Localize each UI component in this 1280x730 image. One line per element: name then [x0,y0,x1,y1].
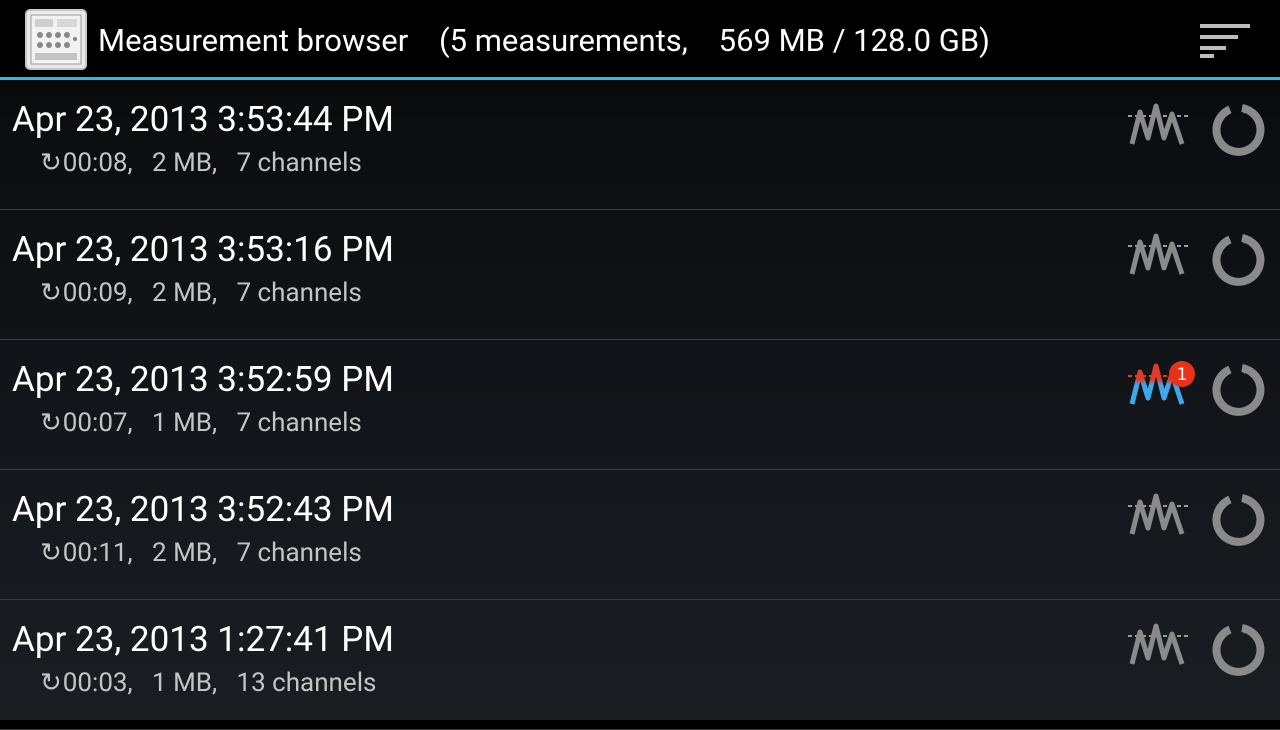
notification-count: 1 [1177,365,1188,385]
refresh-icon: ↻ [40,408,62,438]
refresh-icon: ↻ [40,148,62,178]
measurement-details: ↻00:09, 2 MB, 7 channels [40,277,362,309]
status-button[interactable] [1208,618,1272,682]
meta-sep: , [127,668,153,698]
status-button[interactable] [1208,488,1272,552]
open-viewer-button[interactable] [1126,618,1198,678]
meta-sep: , [211,408,237,438]
measurement-datetime: Apr 23, 2013 3:53:16 PM [12,229,394,270]
open-viewer-button[interactable] [1126,228,1198,288]
measurement-row-2[interactable]: Apr 23, 2013 3:53:16 PM ↻00:09, 2 MB, 7 … [0,210,1280,340]
meta-sep: , [211,148,237,178]
action-bar: Measurement browser (5 measurements, 569… [0,0,1280,80]
page-title: Measurement browser (5 measurements, 569… [98,22,990,59]
waveform-icon: 1 [1128,361,1195,405]
meta-sep: , [211,278,237,308]
measurement-channels: 7 channels [236,408,362,438]
measurement-datetime: Apr 23, 2013 3:52:59 PM [12,359,394,400]
device-icon-graphic [30,14,82,65]
measurement-row-3[interactable]: Apr 23, 2013 3:52:59 PM ↻00:07, 1 MB, 7 … [0,340,1280,470]
measurement-datetime: Apr 23, 2013 3:52:43 PM [12,489,394,530]
measurement-duration: 00:07 [62,408,128,438]
device-icon[interactable] [25,9,87,70]
measurement-details: ↻00:03, 1 MB, 13 channels [40,667,376,699]
measurement-channels: 7 channels [236,278,362,308]
circle-refresh-icon [1212,624,1265,676]
meta-sep: , [127,278,153,308]
measurement-row-5[interactable]: Apr 23, 2013 1:27:41 PM ↻00:03, 1 MB, 13… [0,600,1280,730]
open-viewer-button[interactable] [1126,98,1198,158]
refresh-icon: ↻ [40,538,62,568]
meta-sep: , [211,538,237,568]
waveform-icon [1128,623,1190,665]
refresh-icon: ↻ [40,278,62,308]
measurement-list: Apr 23, 2013 3:53:44 PM ↻00:08, 2 MB, 7 … [0,80,1280,730]
circle-refresh-icon [1212,104,1265,156]
waveform-icon [1128,103,1190,145]
sort-menu-icon [1200,24,1250,58]
meta-sep: , [211,668,237,698]
measurement-duration: 00:08 [62,148,128,178]
meta-sep: , [127,538,153,568]
sort-menu-button[interactable] [1188,16,1260,64]
circle-refresh-icon [1212,364,1265,416]
open-viewer-button[interactable] [1126,488,1198,548]
waveform-icon [1128,493,1190,535]
status-button[interactable] [1208,358,1272,422]
measurement-size: 1 MB [152,668,212,698]
measurement-datetime: Apr 23, 2013 1:27:41 PM [12,619,394,660]
measurement-details: ↻00:08, 2 MB, 7 channels [40,147,362,179]
measurement-datetime: Apr 23, 2013 3:53:44 PM [12,99,394,140]
measurement-details: ↻00:07, 1 MB, 7 channels [40,407,362,439]
measurement-channels: 7 channels [236,148,362,178]
status-button[interactable] [1208,228,1272,292]
measurement-size: 1 MB [152,408,212,438]
notification-badge: 1 [1169,361,1195,387]
waveform-icon [1128,233,1190,275]
measurement-row-1[interactable]: Apr 23, 2013 3:53:44 PM ↻00:08, 2 MB, 7 … [0,80,1280,210]
measurement-size: 2 MB [152,538,212,568]
measurement-row-4[interactable]: Apr 23, 2013 3:52:43 PM ↻00:11, 2 MB, 7 … [0,470,1280,600]
measurement-channels: 13 channels [236,668,377,698]
measurement-duration: 00:11 [62,538,128,568]
meta-sep: , [127,408,153,438]
status-button[interactable] [1208,98,1272,162]
measurement-size: 2 MB [152,278,212,308]
circle-refresh-icon [1212,234,1265,286]
measurement-channels: 7 channels [236,538,362,568]
meta-sep: , [127,148,153,178]
measurement-details: ↻00:11, 2 MB, 7 channels [40,537,362,569]
measurement-duration: 00:09 [62,278,128,308]
measurement-size: 2 MB [152,148,212,178]
open-viewer-button[interactable]: 1 [1126,358,1198,418]
measurement-duration: 00:03 [62,668,128,698]
circle-refresh-icon [1212,494,1265,546]
refresh-icon: ↻ [40,668,62,698]
